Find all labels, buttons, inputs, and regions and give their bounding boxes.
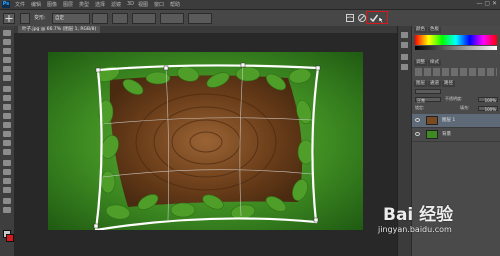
menu-filter[interactable]: 滤镜 xyxy=(111,1,121,8)
path-select-tool[interactable] xyxy=(3,178,11,184)
zoom-tool[interactable] xyxy=(3,207,11,213)
shape-tool[interactable] xyxy=(3,187,11,193)
eye-icon[interactable] xyxy=(415,132,420,136)
opacity-label: 不透明度: xyxy=(445,96,463,101)
layer-thumbnail xyxy=(426,130,438,139)
hand-tool[interactable] xyxy=(3,198,11,204)
eye-icon[interactable] xyxy=(415,118,420,122)
fill-field[interactable]: 100% xyxy=(478,106,498,112)
clone-stamp-tool[interactable] xyxy=(3,104,11,110)
move-icon xyxy=(5,15,13,22)
warp-mode-label: 变形: xyxy=(34,15,46,21)
watermark-url: jingyan.baidu.com xyxy=(378,225,452,234)
gradient-tool[interactable] xyxy=(3,131,11,137)
layer-row-2[interactable]: 背景 xyxy=(412,128,500,142)
horizontal-distortion-field[interactable] xyxy=(132,13,156,24)
warp-icon xyxy=(346,14,354,22)
warp-orientation-button[interactable] xyxy=(92,13,108,24)
blend-mode-select[interactable]: 正常 xyxy=(415,97,441,103)
layer-filter-select[interactable] xyxy=(415,89,441,94)
confirm-check-icon xyxy=(369,14,379,23)
move-tool[interactable] xyxy=(3,30,11,36)
menu-help[interactable]: 帮助 xyxy=(170,1,180,8)
bend-field[interactable] xyxy=(112,13,128,24)
watermark-logo: Bai 经验 xyxy=(383,205,454,225)
menu-window[interactable]: 窗口 xyxy=(154,1,164,8)
reference-point-icon[interactable] xyxy=(20,13,30,24)
color-spectrum[interactable] xyxy=(415,35,497,45)
healing-brush-tool[interactable] xyxy=(3,86,11,92)
lasso-tool[interactable] xyxy=(3,48,11,54)
paragraph-panel-icon[interactable] xyxy=(401,64,408,70)
vertical-distortion-field[interactable] xyxy=(160,13,184,24)
commit-transform-button[interactable] xyxy=(369,13,379,23)
options-bar: 变形: 自定 xyxy=(0,10,500,27)
menu-view[interactable]: 视图 xyxy=(138,1,148,8)
fill-label: 填充: xyxy=(460,105,470,110)
warp-extra-field[interactable] xyxy=(188,13,212,24)
crop-tool[interactable] xyxy=(3,66,11,72)
eraser-tool[interactable] xyxy=(3,122,11,128)
tab-adjustments[interactable]: 调整 xyxy=(414,60,427,66)
layer-name: 图层 1 xyxy=(442,118,456,123)
background-color-swatch[interactable] xyxy=(6,234,14,242)
marquee-tool[interactable] xyxy=(3,39,11,45)
dodge-tool[interactable] xyxy=(3,149,11,155)
type-tool[interactable] xyxy=(3,169,11,175)
layer-name: 背景 xyxy=(442,132,451,137)
toolbox xyxy=(0,26,15,256)
menu-layer[interactable]: 图层 xyxy=(63,1,73,8)
menu-select[interactable]: 选择 xyxy=(95,1,105,8)
document-image[interactable] xyxy=(48,52,363,232)
tab-styles[interactable]: 样式 xyxy=(428,60,441,66)
menu-type[interactable]: 类型 xyxy=(79,1,89,8)
warped-image-artwork xyxy=(93,62,321,232)
eyedropper-tool[interactable] xyxy=(3,75,11,81)
app-logo: Ps xyxy=(2,1,10,8)
blur-tool[interactable] xyxy=(3,140,11,146)
toggle-warp-button[interactable] xyxy=(345,13,355,23)
lock-label: 锁定: xyxy=(415,105,425,110)
tab-channels[interactable]: 通道 xyxy=(428,81,441,87)
document-tab[interactable]: 叶子.jpg @ 66.7% (图层 1, RGB/8) xyxy=(18,26,101,33)
layer-row-1[interactable]: 图层 1 xyxy=(412,114,500,128)
quick-select-tool[interactable] xyxy=(3,57,11,63)
menu-file[interactable]: 文件 xyxy=(15,1,25,8)
menu-3d[interactable]: 3D xyxy=(127,1,134,7)
character-panel-icon[interactable] xyxy=(401,54,408,60)
window-controls[interactable]: — ▢ ✕ xyxy=(476,0,497,7)
tab-paths[interactable]: 路径 xyxy=(442,81,455,87)
history-brush-tool[interactable] xyxy=(3,113,11,119)
menu-bar: Ps 文件 编辑 图像 图层 类型 选择 滤镜 3D 视图 窗口 帮助 — ▢ … xyxy=(0,0,500,10)
history-panel-icon[interactable] xyxy=(401,32,408,38)
tab-color[interactable]: 颜色 xyxy=(414,27,427,33)
tab-layers[interactable]: 图层 xyxy=(414,81,427,87)
tool-preset-picker[interactable] xyxy=(3,13,15,24)
menu-image[interactable]: 图像 xyxy=(47,1,57,8)
warp-mode-select[interactable]: 自定 xyxy=(52,13,90,24)
menu-edit[interactable]: 编辑 xyxy=(31,1,41,8)
tab-swatches[interactable]: 色板 xyxy=(428,27,441,33)
opacity-field[interactable]: 100% xyxy=(478,97,498,103)
layer-thumbnail xyxy=(426,116,438,125)
cursor-icon xyxy=(378,16,385,24)
pen-tool[interactable] xyxy=(3,160,11,166)
properties-panel-icon[interactable] xyxy=(401,42,408,48)
brush-tool[interactable] xyxy=(3,95,11,101)
grayscale-ramp[interactable] xyxy=(415,46,497,50)
adjustment-icons[interactable] xyxy=(415,68,497,76)
